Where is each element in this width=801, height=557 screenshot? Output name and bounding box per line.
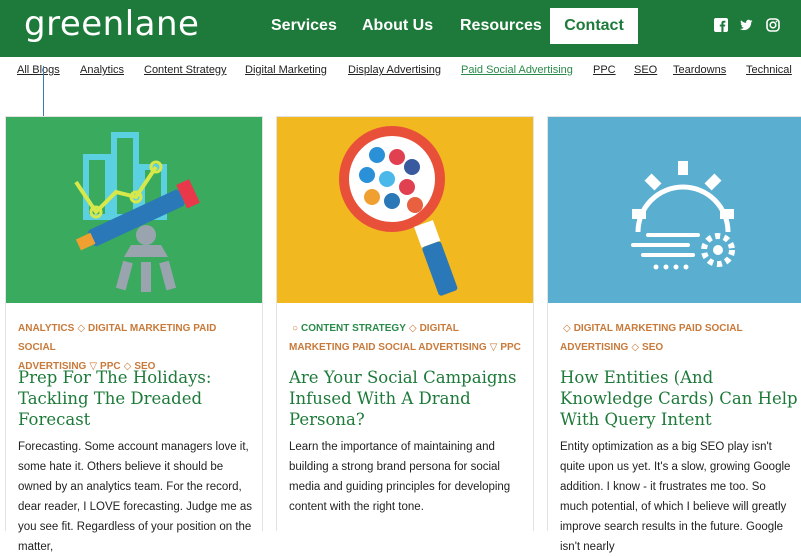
cursor-line	[43, 66, 44, 116]
category-content-strategy[interactable]: Content Strategy	[144, 64, 227, 76]
category-technical[interactable]: Technical	[746, 64, 792, 76]
analytics-telescope-illustration[interactable]	[6, 117, 262, 303]
tag-advertising[interactable]: Advertising	[560, 342, 628, 353]
tag-paid-social[interactable]: Paid Social	[679, 323, 743, 334]
tag-ppc[interactable]: PPC	[500, 342, 521, 353]
nav-services[interactable]: Services	[271, 17, 337, 35]
facebook-icon[interactable]	[714, 18, 728, 32]
site-header: greenlane Services About Us Resources Co…	[0, 0, 801, 57]
category-ppc[interactable]: PPC	[593, 64, 616, 76]
card-tags: ○ Content Strategy ◇ Digital Marketing Paid…	[289, 323, 521, 353]
category-analytics[interactable]: Analytics	[80, 64, 124, 76]
card-excerpt: Learn the importance of maintaining and …	[289, 441, 511, 513]
category-teardowns[interactable]: Teardowns	[673, 64, 726, 76]
tag-content-strategy[interactable]: Content Strategy	[301, 323, 406, 334]
blog-card-1[interactable]: Analytics ◇ Digital Marketing Paid Social …	[5, 116, 263, 553]
category-seo[interactable]: SEO	[634, 64, 657, 76]
category-digital-marketing[interactable]: Digital Marketing	[245, 64, 327, 76]
blog-card-3[interactable]: ◇ Digital Marketing Paid Social Advertisi…	[547, 116, 801, 553]
tag-digital[interactable]: Digital	[420, 323, 459, 334]
tag-analytics[interactable]: Analytics	[18, 323, 74, 334]
category-bar: All Blogs Analytics Content Strategy Dig…	[0, 57, 801, 87]
tag-digital-marketing[interactable]: Digital Marketing	[88, 323, 190, 334]
tag-paid-social-advertising[interactable]: Paid Social Advertising	[352, 342, 486, 353]
site-logo[interactable]: greenlane	[24, 4, 199, 44]
category-paid-social-advertising[interactable]: Paid Social Advertising	[461, 64, 573, 76]
blog-card-2[interactable]: ○ Content Strategy ◇ Digital Marketing Paid…	[276, 116, 534, 531]
nav-resources[interactable]: Resources	[460, 17, 542, 35]
card-excerpt: Entity optimization as a big SEO play is…	[560, 441, 791, 553]
nav-about-us[interactable]: About Us	[362, 17, 433, 35]
card-excerpt: Forecasting. Some account managers love …	[18, 441, 252, 553]
card-title[interactable]: How Entities (And Knowledge Cards) Can H…	[560, 367, 800, 430]
tag-marketing[interactable]: Marketing	[289, 342, 350, 353]
tag-seo[interactable]: SEO	[642, 342, 663, 353]
category-display-advertising[interactable]: Display Advertising	[348, 64, 441, 76]
card-tags: ◇ Digital Marketing Paid Social Advertisi…	[560, 323, 743, 353]
card-title[interactable]: Are Your Social Campaigns Infused With A…	[289, 367, 529, 430]
gear-cloud-illustration[interactable]	[548, 117, 801, 303]
tag-digital-marketing[interactable]: Digital Marketing	[574, 323, 676, 334]
social-magnifier-illustration[interactable]	[277, 117, 533, 303]
nav-contact-button[interactable]: Contact	[550, 8, 638, 44]
card-title[interactable]: Prep For The Holidays: Tackling The Drea…	[18, 367, 258, 430]
twitter-icon[interactable]	[739, 18, 753, 32]
category-all-blogs[interactable]: All Blogs	[17, 64, 60, 76]
instagram-icon[interactable]	[766, 18, 780, 32]
